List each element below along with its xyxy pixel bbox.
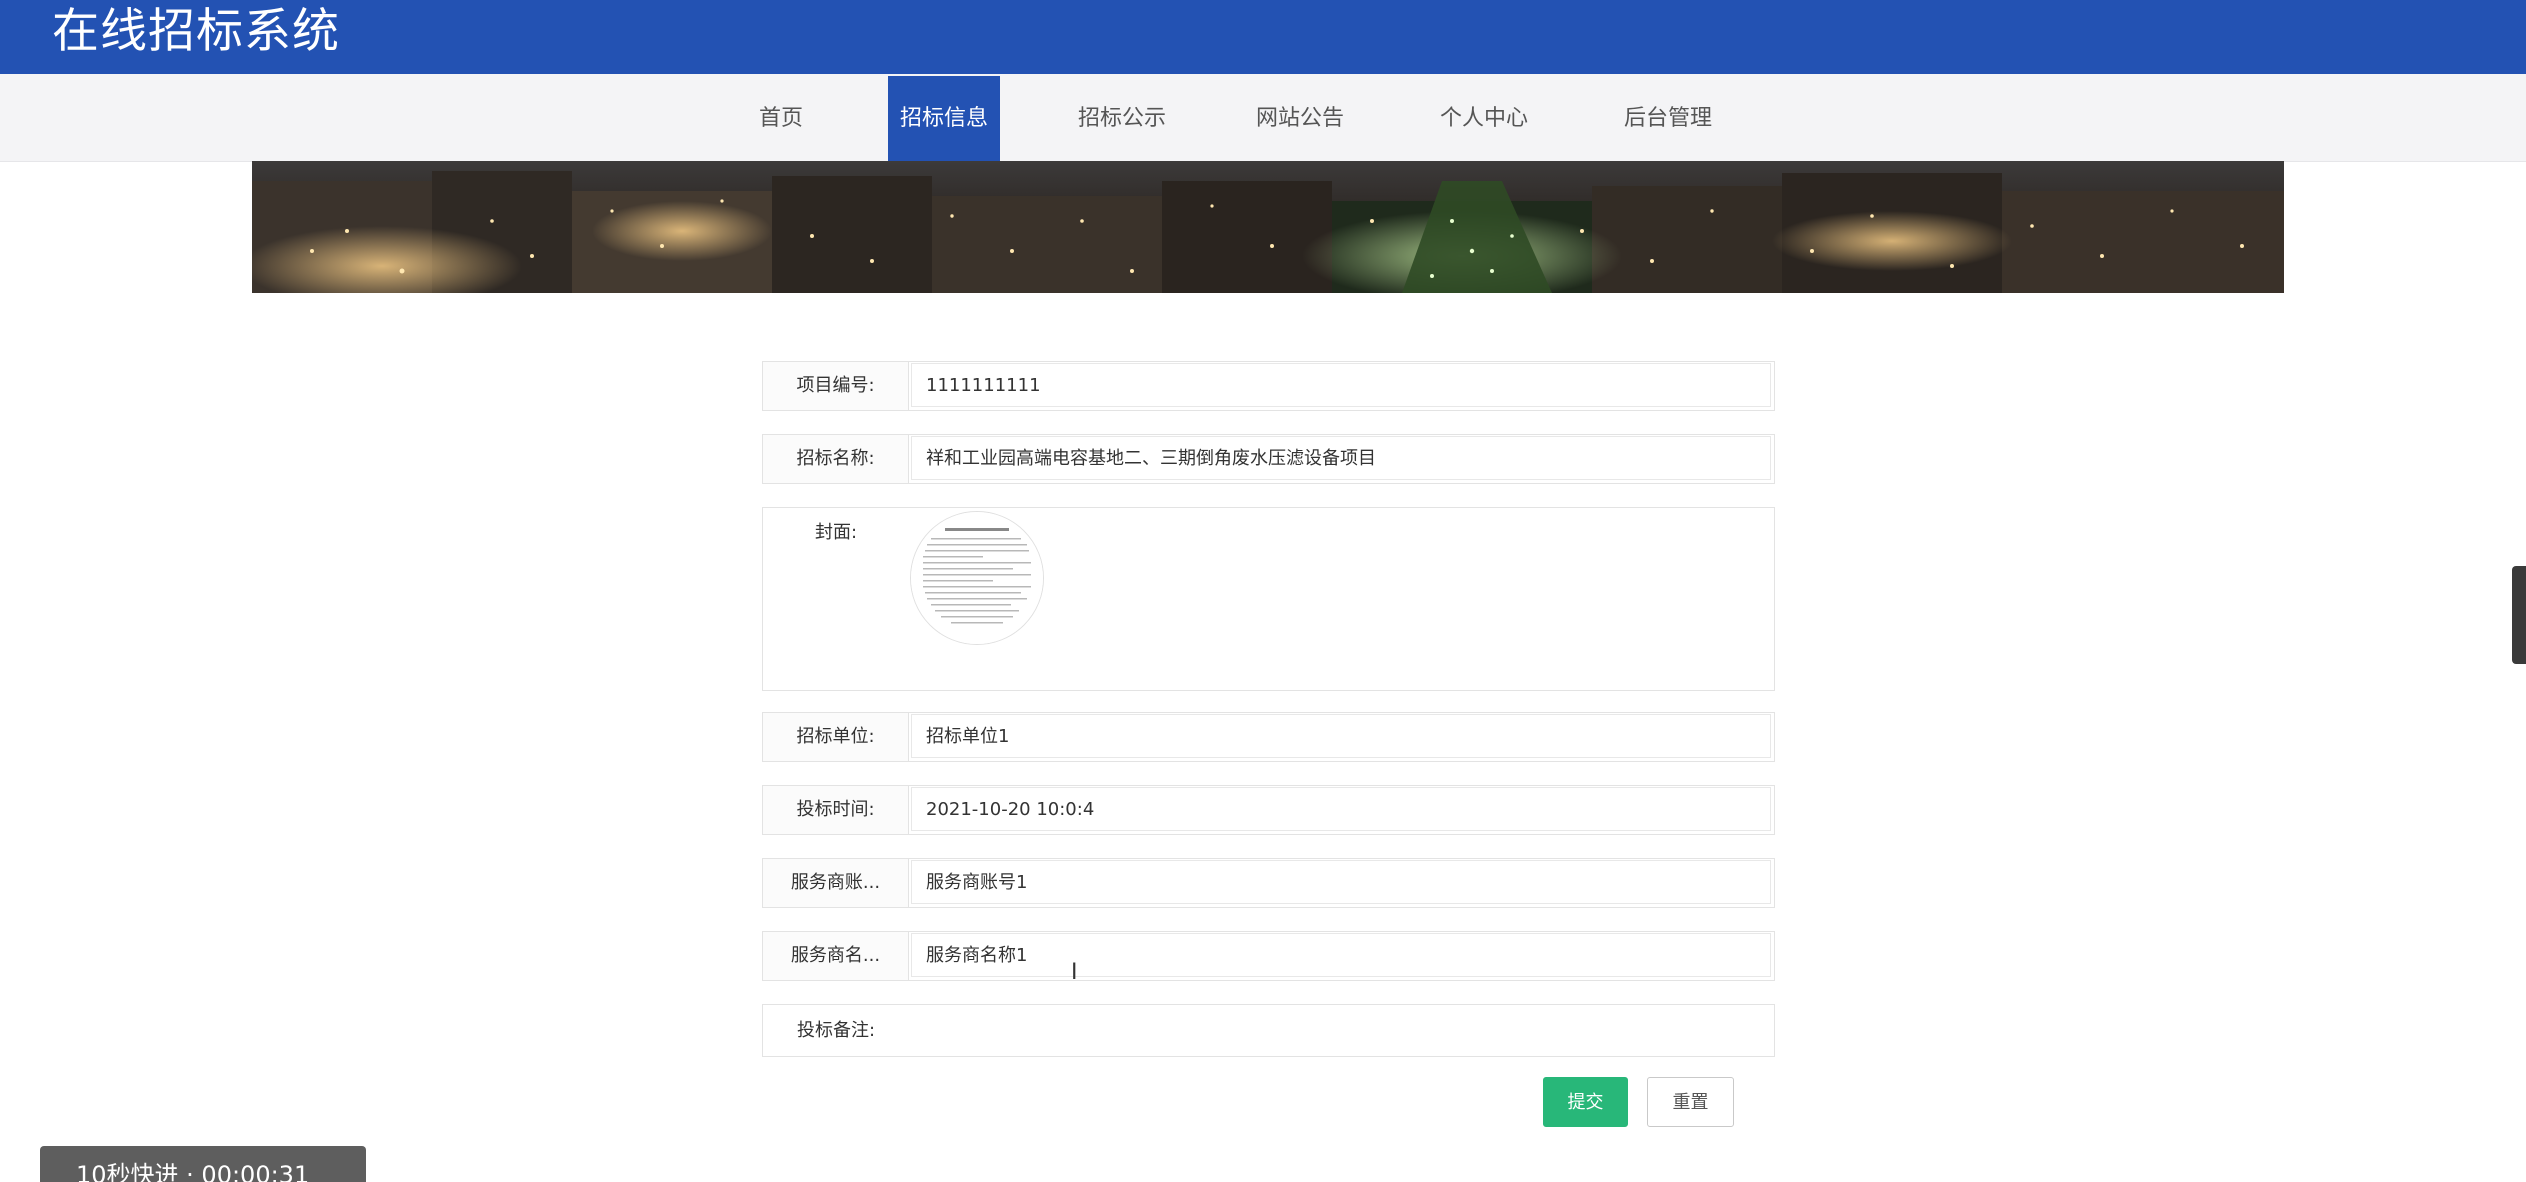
bid-remark-label: 投标备注: [763,1005,909,1056]
text-cursor-icon: I [1071,960,1078,985]
top-header-bar: 在线招标系统 [0,0,2526,74]
form-row-cover: 封面: [762,507,1775,691]
banner-image [252,161,2284,293]
form-row-tender-name: 招标名称: 祥和工业园高端电容基地二、三期倒角废水压滤设备项目 [762,434,1775,484]
form-row-bid-time: 投标时间: 2021-10-20 10:0:4 [762,785,1775,835]
nav-item-personal-center[interactable]: 个人中心 [1428,76,1540,161]
nav-item-site-announcement[interactable]: 网站公告 [1244,76,1356,161]
cover-label: 封面: [763,508,909,690]
provider-name-input[interactable]: 服务商名称1 [911,933,1771,977]
form-row-bid-remark: 投标备注: [762,1004,1775,1057]
cover-image-thumbnail[interactable] [910,511,1044,645]
nav-item-tender-info[interactable]: 招标信息 [888,76,1000,161]
tender-unit-label: 招标单位: [763,713,909,761]
bid-time-label: 投标时间: [763,786,909,834]
provider-name-label: 服务商名... [763,932,909,980]
reset-button[interactable]: 重置 [1647,1077,1734,1127]
nav-item-admin[interactable]: 后台管理 [1612,76,1724,161]
playback-timer-overlay[interactable]: 10秒快进 · 00:00:31 [40,1146,366,1182]
submit-button[interactable]: 提交 [1543,1077,1628,1127]
nav-item-tender-publicity[interactable]: 招标公示 [1064,76,1180,161]
form-row-project-no: 项目编号: 1111111111 [762,361,1775,411]
bid-time-input[interactable]: 2021-10-20 10:0:4 [911,787,1771,831]
tender-unit-input[interactable]: 招标单位1 [911,714,1771,758]
nav-item-home[interactable]: 首页 [738,76,824,161]
site-title: 在线招标系统 [52,4,340,59]
side-floating-tab[interactable] [2512,566,2526,664]
project-no-input[interactable]: 1111111111 [911,363,1771,407]
main-nav: 首页 招标信息 招标公示 网站公告 个人中心 后台管理 [0,74,2526,162]
provider-account-input[interactable]: 服务商账号1 [911,860,1771,904]
tender-name-label: 招标名称: [763,435,909,483]
bid-remark-input[interactable] [911,1006,1771,1054]
provider-account-label: 服务商账... [763,859,909,907]
form-row-tender-unit: 招标单位: 招标单位1 [762,712,1775,762]
form-row-provider-account: 服务商账... 服务商账号1 [762,858,1775,908]
project-no-label: 项目编号: [763,362,909,410]
tender-name-input[interactable]: 祥和工业园高端电容基地二、三期倒角废水压滤设备项目 [911,436,1771,480]
form-row-provider-name: 服务商名... 服务商名称1 [762,931,1775,981]
